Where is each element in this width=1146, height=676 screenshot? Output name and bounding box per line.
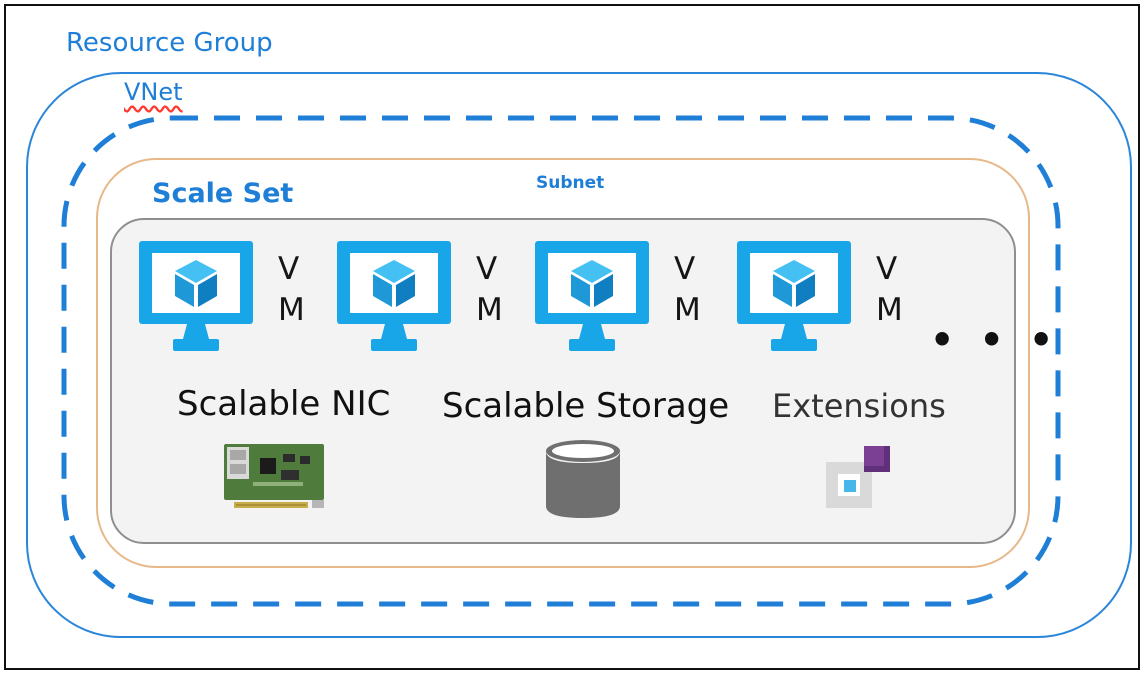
extensions-label: Extensions bbox=[772, 387, 946, 425]
extensions-icon bbox=[826, 446, 890, 508]
vm-letter-m: M bbox=[278, 292, 305, 328]
vm-monitor-icon bbox=[737, 241, 851, 351]
vm-monitor-icon bbox=[337, 241, 451, 351]
vm-item-3: V M bbox=[532, 238, 722, 368]
vm-letter-m: M bbox=[876, 292, 903, 328]
vm-item-4: V M bbox=[734, 238, 924, 368]
vm-item-1: V M bbox=[136, 238, 326, 368]
vm-letter-v: V bbox=[674, 251, 696, 287]
storage-cylinder-icon bbox=[546, 440, 620, 518]
vm-monitor-icon bbox=[139, 241, 253, 351]
scalable-storage-label: Scalable Storage bbox=[442, 386, 730, 426]
vm-letter-m: M bbox=[674, 292, 701, 328]
scalable-nic-label: Scalable NIC bbox=[177, 384, 391, 424]
vnet-label: VNet bbox=[124, 78, 183, 106]
scale-set-label: Scale Set bbox=[152, 178, 294, 209]
vm-letter-v: V bbox=[278, 251, 300, 287]
vm-monitor-icon bbox=[535, 241, 649, 351]
subnet-label: Subnet bbox=[536, 173, 605, 193]
network-card-icon bbox=[224, 444, 324, 508]
vm-letter-m: M bbox=[476, 292, 503, 328]
vm-letter-v: V bbox=[476, 251, 498, 287]
vm-letter-v: V bbox=[876, 251, 898, 287]
vm-item-2: V M bbox=[334, 238, 524, 368]
resource-group-label: Resource Group bbox=[66, 28, 273, 58]
more-vms-ellipsis: • • • bbox=[930, 318, 1060, 362]
